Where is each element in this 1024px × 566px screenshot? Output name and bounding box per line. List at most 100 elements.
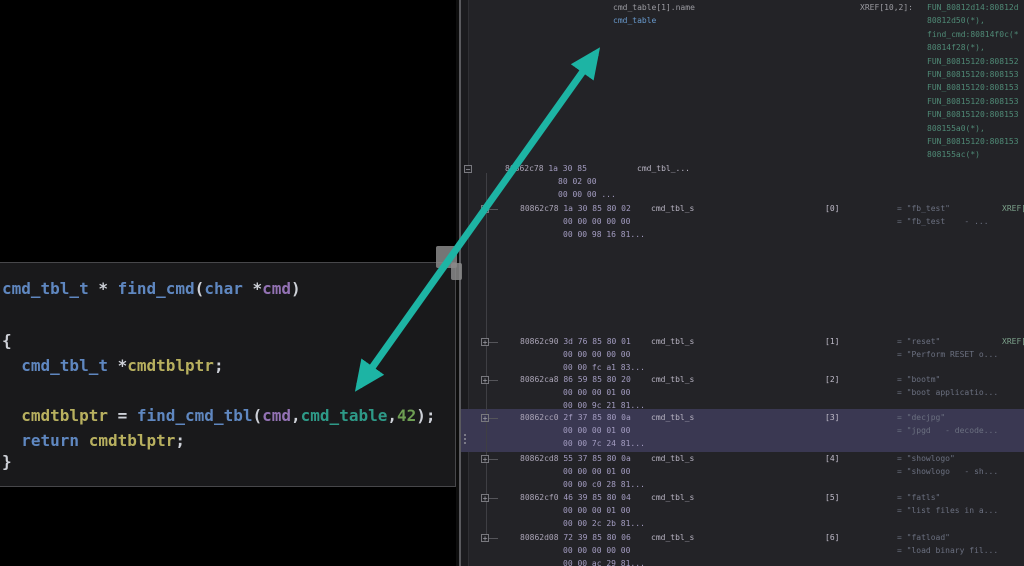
code-token[interactable]: = (108, 406, 137, 425)
code-token[interactable] (2, 356, 21, 375)
code-line[interactable]: } (2, 452, 12, 472)
datatype-label[interactable]: cmd_tbl_s (651, 375, 694, 385)
xref-entry[interactable]: FUN_80812d14:80812d (927, 3, 1019, 12)
address[interactable]: 80862c78 (520, 204, 559, 213)
value-string: = "fatload" (897, 533, 950, 543)
address[interactable]: 80862cc0 (520, 413, 559, 422)
code-token[interactable]: ( (252, 406, 262, 425)
datatype-label[interactable]: cmd_tbl_... (637, 164, 690, 174)
datatype-label[interactable]: cmd_tbl_s (651, 413, 694, 423)
expand-toggle-icon[interactable]: + (481, 494, 489, 502)
code-token[interactable]: , (387, 406, 397, 425)
code-token[interactable]: } (2, 452, 12, 471)
xref-entry[interactable]: FUN_80815120:808153 (927, 83, 1019, 92)
byte-values: 2f 37 85 80 0a (559, 413, 631, 422)
listing-row[interactable]: 80862c90 3d 76 85 80 01 (520, 337, 631, 347)
address[interactable]: 80862ca8 (520, 375, 559, 384)
code-line[interactable]: cmd_tbl_t *cmdtblptr; (2, 356, 224, 376)
code-token[interactable] (2, 406, 21, 425)
listing-row[interactable]: 80862cd8 55 37 85 80 0a (520, 454, 631, 464)
code-token[interactable]: cmdtblptr (127, 356, 214, 375)
code-token[interactable]: { (2, 331, 12, 350)
inline-xref-label[interactable]: XREF[ (1002, 337, 1024, 347)
field-label: cmd_table[1].name (613, 3, 695, 12)
expand-toggle-icon[interactable]: + (481, 534, 489, 542)
address[interactable]: 80862d08 (520, 533, 559, 542)
code-token[interactable]: cmd (262, 406, 291, 425)
listing-row[interactable]: 80862cf0 46 39 85 80 04 (520, 493, 631, 503)
code-token[interactable]: ); (416, 406, 435, 425)
xref-entry[interactable]: 808155a0(*), (927, 124, 985, 133)
tree-connector (489, 209, 498, 210)
xref-entry[interactable]: find_cmd:80814f0c(* (927, 30, 1019, 39)
xref-entry[interactable]: FUN_80815120:808153 (927, 110, 1019, 119)
code-token[interactable]: ; (214, 356, 224, 375)
code-token[interactable]: * (108, 356, 127, 375)
expand-toggle-icon[interactable]: + (481, 455, 489, 463)
listing-row[interactable]: 80862c78 1a 30 85 (505, 164, 587, 174)
datatype-label[interactable]: cmd_tbl_s (651, 204, 694, 214)
code-token[interactable]: char (204, 279, 243, 298)
byte-values: 00 00 2c 2b 81... (563, 519, 645, 529)
datatype-label[interactable]: cmd_tbl_s (651, 454, 694, 464)
code-line[interactable]: { (2, 331, 12, 351)
code-line[interactable]: cmdtblptr = find_cmd_tbl(cmd,cmd_table,4… (2, 406, 436, 426)
listing-row[interactable]: 80862ca8 86 59 85 80 20 (520, 375, 631, 385)
code-token[interactable]: ; (175, 431, 185, 450)
xref-entry[interactable]: FUN_80815120:808153 (927, 97, 1019, 106)
xref-entry[interactable]: FUN_80815120:808152 (927, 57, 1019, 66)
listing-row[interactable]: 80862d08 72 39 85 80 06 (520, 533, 631, 543)
panel-margin-strip[interactable] (461, 0, 468, 566)
code-token[interactable]: , (291, 406, 301, 425)
code-token[interactable]: cmdtblptr (89, 431, 176, 450)
array-index-label: [5] (825, 493, 839, 503)
xref-entry[interactable]: 808155ac(*) (927, 150, 980, 159)
expand-toggle-icon[interactable]: + (481, 205, 489, 213)
row-marker-dot (464, 442, 466, 444)
code-token[interactable]: 42 (397, 406, 416, 425)
code-token[interactable] (79, 431, 89, 450)
code-token[interactable]: * (89, 279, 118, 298)
expand-toggle-icon[interactable]: + (481, 376, 489, 384)
code-token[interactable]: ( (195, 279, 205, 298)
code-token[interactable]: find_cmd_tbl (137, 406, 253, 425)
xref-entry[interactable]: 80812d50(*), (927, 16, 985, 25)
symbol-cmd-table[interactable]: cmd_table (613, 16, 656, 25)
code-token[interactable]: return (21, 431, 79, 450)
inline-xref-label[interactable]: XREF[ (1002, 204, 1024, 214)
listing-row[interactable]: 80862cc0 2f 37 85 80 0a (520, 413, 631, 423)
code-token[interactable]: * (243, 279, 262, 298)
listing-row[interactable]: 80862c78 1a 30 85 80 02 (520, 204, 631, 214)
code-token[interactable]: cmd_tbl_t (2, 279, 89, 298)
tree-connector (489, 380, 498, 381)
collapse-toggle-icon[interactable]: − (464, 165, 472, 173)
code-token[interactable]: cmdtblptr (21, 406, 108, 425)
screenshot-root: cmd_table[1].name cmd_table XREF[10,2]: … (0, 0, 1024, 566)
code-token[interactable]: cmd_table (301, 406, 388, 425)
datatype-label[interactable]: cmd_tbl_s (651, 533, 694, 543)
xref-entry[interactable]: FUN_80815120:808153 (927, 137, 1019, 146)
code-token[interactable]: cmd (262, 279, 291, 298)
address[interactable]: 80862c90 (520, 337, 559, 346)
datatype-label[interactable]: cmd_tbl_s (651, 493, 694, 503)
array-index-label: [2] (825, 375, 839, 385)
xref-entry[interactable]: FUN_80815120:808153 (927, 70, 1019, 79)
expand-toggle-icon[interactable]: + (481, 414, 489, 422)
xref-entry[interactable]: 80814f28(*), (927, 43, 985, 52)
address[interactable]: 80862c78 (505, 164, 544, 173)
code-token[interactable] (2, 431, 21, 450)
code-token[interactable]: ) (291, 279, 301, 298)
code-line[interactable]: return cmdtblptr; (2, 431, 185, 451)
code-line[interactable]: cmd_tbl_t * find_cmd(char *cmd) (2, 279, 301, 299)
array-index-label: [4] (825, 454, 839, 464)
datatype-label[interactable]: cmd_tbl_s (651, 337, 694, 347)
address[interactable]: 80862cf0 (520, 493, 559, 502)
address[interactable]: 80862cd8 (520, 454, 559, 463)
byte-values: 00 00 00 00 00 (563, 546, 630, 556)
expand-toggle-icon[interactable]: + (481, 338, 489, 346)
code-token[interactable]: find_cmd (118, 279, 195, 298)
array-index-label: [0] (825, 204, 839, 214)
code-token[interactable]: cmd_tbl_t (21, 356, 108, 375)
panel-margin-border (468, 0, 469, 566)
value-description: = "fb_test - ... (897, 217, 989, 227)
